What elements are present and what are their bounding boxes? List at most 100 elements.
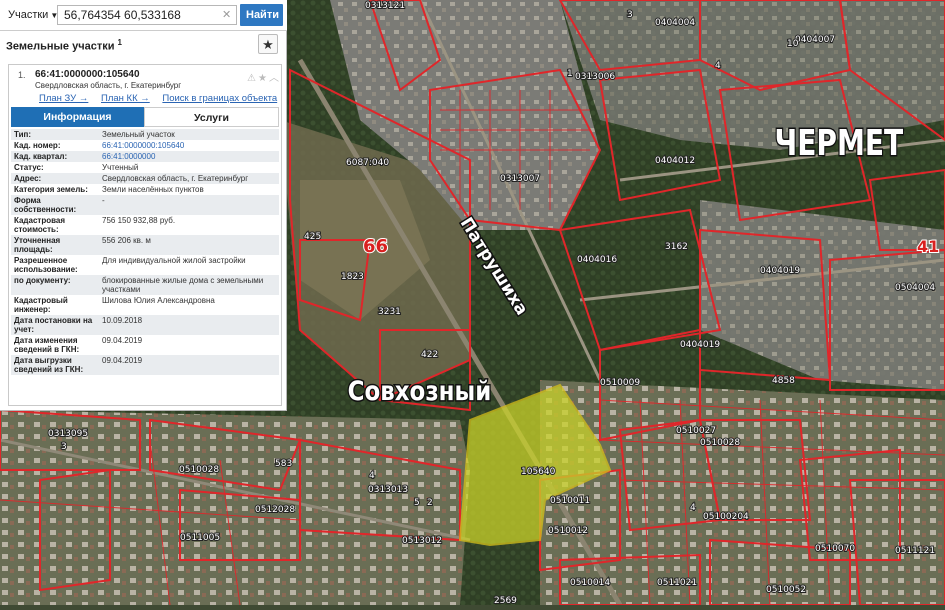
attribute-value: 556 206 кв. м bbox=[102, 236, 151, 245]
attribute-key: по документу: bbox=[14, 276, 71, 285]
svg-text:0511021: 0511021 bbox=[657, 578, 697, 588]
attribute-row: Форма собственности: - bbox=[11, 195, 279, 215]
attribute-key: Разрешенное использование: bbox=[14, 256, 78, 274]
attribute-value: 66:41:0000000:105640 bbox=[99, 140, 279, 151]
attribute-value: Учтенный bbox=[102, 163, 139, 172]
svg-text:0313006: 0313006 bbox=[575, 72, 615, 82]
svg-text:0313095: 0313095 bbox=[48, 429, 88, 439]
svg-text:105640: 105640 bbox=[521, 467, 556, 477]
clear-icon[interactable]: ✕ bbox=[222, 8, 231, 21]
svg-text:0510011: 0510011 bbox=[550, 496, 590, 506]
svg-text:41: 41 bbox=[917, 237, 939, 256]
svg-text:0510027: 0510027 bbox=[676, 426, 716, 436]
svg-text:1823: 1823 bbox=[341, 272, 364, 282]
card-tabs: Информация Услуги bbox=[11, 107, 279, 127]
attribute-key: Кадастровая стоимость: bbox=[14, 216, 66, 234]
svg-text:0510052: 0510052 bbox=[766, 585, 806, 595]
svg-text:5: 5 bbox=[414, 498, 420, 508]
result-count: 1 bbox=[117, 38, 122, 47]
svg-text:ЧЕРМЕТ: ЧЕРМЕТ bbox=[775, 122, 904, 164]
find-button[interactable]: Найти bbox=[240, 4, 283, 26]
tab-information[interactable]: Информация bbox=[11, 107, 144, 127]
svg-text:0404019: 0404019 bbox=[760, 266, 800, 276]
svg-text:0504004: 0504004 bbox=[895, 283, 935, 293]
attribute-row: Дата изменения сведений в ГКН: 09.04.2019 bbox=[11, 335, 279, 355]
card-actions: ⚠ ★ ︿ bbox=[245, 69, 279, 84]
result-index: 1. bbox=[18, 70, 26, 80]
svg-text:0510012: 0510012 bbox=[548, 526, 588, 536]
attribute-key: Дата постановки на учет: bbox=[14, 316, 93, 334]
svg-text:425: 425 bbox=[304, 232, 321, 242]
plan-zu-link[interactable]: План ЗУ → bbox=[39, 93, 88, 104]
svg-text:0313007: 0313007 bbox=[500, 174, 540, 184]
attribute-value: Шилова Юлия Александровна bbox=[102, 296, 215, 305]
attribute-value: Свердловская область, г. Екатеринбург bbox=[102, 174, 249, 183]
attribute-value: блокированные жилые дома с земельными уч… bbox=[102, 276, 264, 294]
attribute-row: Тип: Земельный участок bbox=[11, 129, 279, 140]
attribute-row: Дата постановки на учет: 10.09.2018 bbox=[11, 315, 279, 335]
attribute-key: Кад. квартал: bbox=[14, 152, 68, 161]
attribute-row: Кад. номер: 66:41:0000000:105640 bbox=[11, 140, 279, 151]
attribute-key: Дата изменения сведений в ГКН: bbox=[14, 336, 80, 354]
svg-text:0511121: 0511121 bbox=[895, 546, 935, 556]
result-address: Свердловская область, г. Екатеринбург bbox=[35, 81, 182, 90]
layer-dropdown-label: Участки bbox=[8, 9, 49, 21]
attribute-key: Категория земель: bbox=[14, 185, 88, 194]
attribute-key: Тип: bbox=[14, 130, 31, 139]
tab-services[interactable]: Услуги bbox=[144, 107, 279, 127]
svg-text:0510014: 0510014 bbox=[570, 578, 610, 588]
search-input[interactable] bbox=[57, 5, 237, 25]
layer-dropdown[interactable]: Участки ▼ bbox=[4, 5, 58, 25]
svg-text:0510009: 0510009 bbox=[600, 378, 640, 388]
star-icon[interactable]: ★ bbox=[258, 73, 267, 84]
attribute-key: Кад. номер: bbox=[14, 141, 61, 150]
attribute-row: по документу: блокированные жилые дома с … bbox=[11, 275, 279, 295]
attribute-row: Категория земель: Земли населённых пункто… bbox=[11, 184, 279, 195]
attribute-value: Для индивидуальной жилой застройки bbox=[102, 256, 246, 265]
attribute-value: 10.09.2018 bbox=[102, 316, 143, 325]
attribute-row: Кадастровая стоимость: 756 150 932,88 руб… bbox=[11, 215, 279, 235]
svg-text:0510028: 0510028 bbox=[179, 465, 219, 475]
svg-text:0313121: 0313121 bbox=[365, 1, 405, 11]
svg-text:3231: 3231 bbox=[378, 307, 401, 317]
attribute-link[interactable]: 66:41:0000000:105640 bbox=[102, 141, 184, 150]
plan-kk-link[interactable]: План КК → bbox=[101, 93, 150, 104]
warning-icon[interactable]: ⚠ bbox=[247, 73, 256, 84]
svg-text:0313013: 0313013 bbox=[368, 485, 408, 495]
attribute-value: Земельный участок bbox=[102, 130, 175, 139]
svg-text:4: 4 bbox=[690, 503, 696, 513]
attribute-row: Адрес: Свердловская область, г. Екатеринб… bbox=[11, 173, 279, 184]
attribute-link[interactable]: 66:41:0000000 bbox=[102, 152, 155, 161]
attribute-value: - bbox=[102, 196, 105, 205]
result-cadnum[interactable]: 66:41:0000000:105640 bbox=[35, 69, 140, 80]
attributes-table: Тип: Земельный участок Кад. номер: 66:41:00… bbox=[11, 129, 279, 375]
svg-text:583: 583 bbox=[275, 459, 292, 469]
search-bar: Участки▼ ✕ Найти bbox=[0, 0, 287, 31]
svg-text:4858: 4858 bbox=[772, 376, 795, 386]
svg-text:0404019: 0404019 bbox=[680, 340, 720, 350]
panel-title: Земельные участки 1 bbox=[6, 38, 122, 53]
favorite-button[interactable]: ★ bbox=[258, 34, 278, 54]
attribute-key: Адрес: bbox=[14, 174, 42, 183]
svg-text:2: 2 bbox=[427, 498, 433, 508]
star-icon: ★ bbox=[262, 37, 274, 52]
attribute-row: Кад. квартал: 66:41:0000000 bbox=[11, 151, 279, 162]
svg-text:2569: 2569 bbox=[494, 596, 517, 605]
result-card: 1. 66:41:0000000:105640 Свердловская обл… bbox=[8, 64, 282, 406]
svg-text:4: 4 bbox=[743, 512, 749, 522]
attribute-row: Кадастровый инженер: Шилова Юлия Александ… bbox=[11, 295, 279, 315]
attribute-value: Земли населённых пунктов bbox=[102, 185, 204, 194]
svg-text:0513012: 0513012 bbox=[402, 536, 442, 546]
svg-text:4: 4 bbox=[715, 61, 721, 71]
svg-text:3: 3 bbox=[61, 442, 67, 452]
attribute-value: 756 150 932,88 руб. bbox=[102, 216, 176, 225]
svg-text:0404012: 0404012 bbox=[655, 156, 695, 166]
panel-title-text: Земельные участки bbox=[6, 40, 115, 53]
attribute-value: 09.04.2019 bbox=[102, 336, 143, 345]
attribute-row: Статус: Учтенный bbox=[11, 162, 279, 173]
attribute-row: Уточненная площадь: 556 206 кв. м bbox=[11, 235, 279, 255]
svg-text:0510020: 0510020 bbox=[703, 512, 743, 522]
svg-text:0404007: 0404007 bbox=[795, 35, 835, 45]
chevron-up-icon[interactable]: ︿ bbox=[269, 73, 279, 84]
attribute-key: Дата выгрузки сведений из ГКН: bbox=[14, 356, 84, 374]
